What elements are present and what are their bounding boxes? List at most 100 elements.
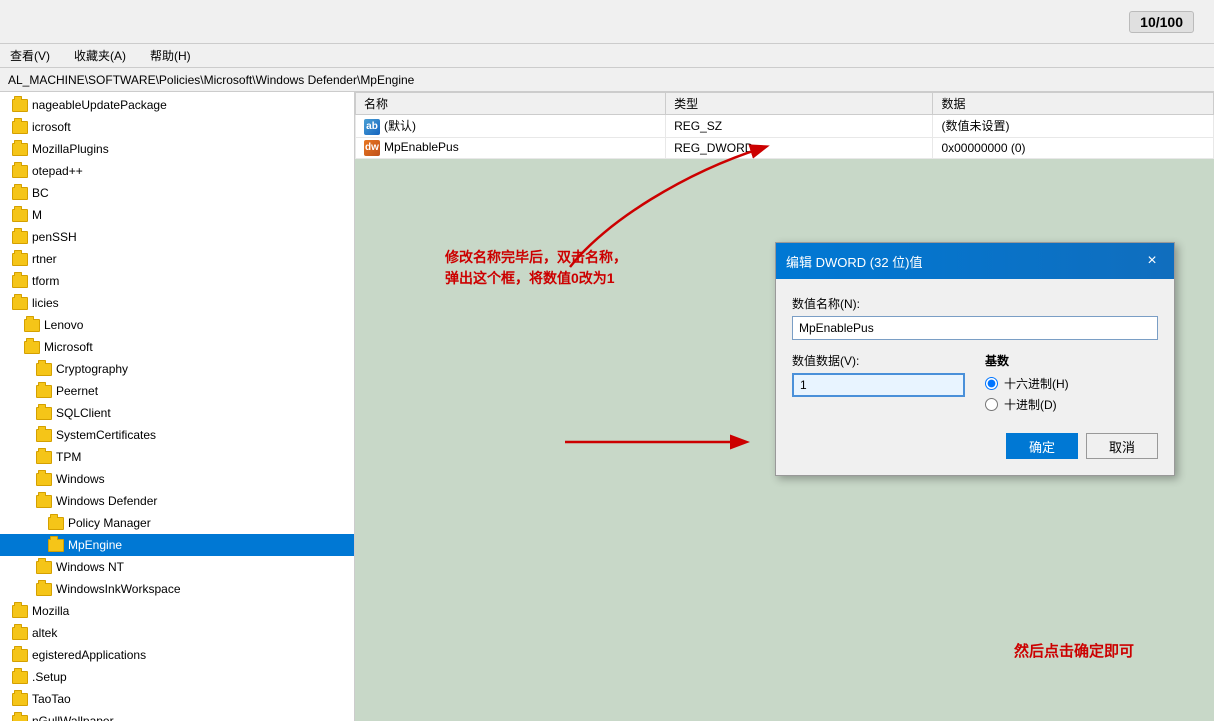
folder-icon <box>12 693 28 706</box>
folder-icon <box>12 121 28 134</box>
cell-data: (数值未设置) <box>933 115 1214 138</box>
folder-icon <box>12 253 28 266</box>
data-input[interactable] <box>792 373 965 397</box>
tree-item-systemcerts[interactable]: SystemCertificates <box>0 424 354 446</box>
name-row: 数值名称(N): <box>792 295 1158 340</box>
tree-item[interactable]: Microsoft <box>0 336 354 358</box>
cell-name: dwMpEnablePus <box>356 137 666 158</box>
address-path: AL_MACHINE\SOFTWARE\Policies\Microsoft\W… <box>8 73 414 87</box>
base-section: 基数 十六进制(H) 十进制(D) <box>985 352 1158 417</box>
tree-item-gullwallpaper[interactable]: nGullWallpaper <box>0 710 354 721</box>
cell-type: REG_SZ <box>666 115 933 138</box>
tree-item-windows-defender[interactable]: Windows Defender <box>0 490 354 512</box>
folder-icon <box>12 605 28 618</box>
folder-icon <box>24 341 40 354</box>
value-base-row: 数值数据(V): 基数 十六进制(H) 十进制(D) <box>792 352 1158 417</box>
folder-icon-selected <box>48 539 64 552</box>
folder-icon <box>12 297 28 310</box>
folder-icon <box>36 385 52 398</box>
menu-help[interactable]: 帮助(H) <box>144 45 197 66</box>
folder-icon <box>12 671 28 684</box>
col-name: 名称 <box>356 93 666 115</box>
top-bar: 10/100 <box>0 0 1214 44</box>
dialog-title-bar: 编辑 DWORD (32 位)值 × <box>776 243 1174 279</box>
radio-dec[interactable]: 十进制(D) <box>985 396 1158 413</box>
cell-type: REG_DWORD <box>666 137 933 158</box>
radio-hex-input[interactable] <box>985 377 998 390</box>
folder-icon <box>12 99 28 112</box>
folder-icon <box>12 187 28 200</box>
ok-button[interactable]: 确定 <box>1006 433 1078 459</box>
tree-item[interactable]: rtner <box>0 248 354 270</box>
radio-hex[interactable]: 十六进制(H) <box>985 375 1158 392</box>
tree-item-taotao[interactable]: TaoTao <box>0 688 354 710</box>
right-panel: 名称 类型 数据 ab(默认) REG_SZ (数值未设置) dwMpEnabl… <box>355 92 1214 721</box>
folder-icon <box>12 209 28 222</box>
table-row-mpenablePus[interactable]: dwMpEnablePus REG_DWORD 0x00000000 (0) <box>356 137 1214 158</box>
cell-data: 0x00000000 (0) <box>933 137 1214 158</box>
tree-item[interactable]: penSSH <box>0 226 354 248</box>
address-bar: AL_MACHINE\SOFTWARE\Policies\Microsoft\W… <box>0 68 1214 92</box>
reg-icon: ab <box>364 119 380 135</box>
tree-item[interactable]: MozillaPlugins <box>0 138 354 160</box>
folder-icon <box>48 517 64 530</box>
tree-item-tpm[interactable]: TPM <box>0 446 354 468</box>
dialog-buttons: 确定 取消 <box>792 433 1158 459</box>
tree-item[interactable]: tform <box>0 270 354 292</box>
tree-item[interactable]: nageableUpdatePackage <box>0 94 354 116</box>
table-row[interactable]: ab(默认) REG_SZ (数值未设置) <box>356 115 1214 138</box>
tree-item[interactable]: otepad++ <box>0 160 354 182</box>
folder-icon <box>12 715 28 721</box>
tree-item[interactable]: icrosoft <box>0 116 354 138</box>
registry-table: 名称 类型 数据 ab(默认) REG_SZ (数值未设置) dwMpEnabl… <box>355 92 1214 159</box>
tree-item-setup[interactable]: .Setup <box>0 666 354 688</box>
tree-panel[interactable]: nageableUpdatePackage icrosoft MozillaPl… <box>0 92 355 721</box>
dialog-dword: 编辑 DWORD (32 位)值 × 数值名称(N): 数值数据(V): 基数 <box>775 242 1175 476</box>
reg-icon-dword: dw <box>364 140 380 156</box>
folder-icon <box>36 429 52 442</box>
tree-item-cryptography[interactable]: Cryptography <box>0 358 354 380</box>
tree-item-windows[interactable]: Windows <box>0 468 354 490</box>
folder-icon <box>12 275 28 288</box>
folder-icon <box>36 583 52 596</box>
dialog-body: 数值名称(N): 数值数据(V): 基数 十六进制(H) <box>776 279 1174 475</box>
folder-icon <box>24 319 40 332</box>
tree-item-sqlclient[interactable]: SQLClient <box>0 402 354 424</box>
score-badge: 10/100 <box>1129 11 1194 33</box>
main-area: nageableUpdatePackage icrosoft MozillaPl… <box>0 92 1214 721</box>
base-label: 基数 <box>985 352 1158 369</box>
tree-item[interactable]: Lenovo <box>0 314 354 336</box>
radio-dec-input[interactable] <box>985 398 998 411</box>
tree-item-windowsink[interactable]: WindowsInkWorkspace <box>0 578 354 600</box>
cell-name: ab(默认) <box>356 115 666 138</box>
tree-item-mpengine[interactable]: MpEngine <box>0 534 354 556</box>
tree-item-mozilla[interactable]: Mozilla <box>0 600 354 622</box>
tree-item[interactable]: licies <box>0 292 354 314</box>
data-label: 数值数据(V): <box>792 352 965 369</box>
dialog-title-text: 编辑 DWORD (32 位)值 <box>786 252 923 271</box>
menu-view[interactable]: 查看(V) <box>4 45 56 66</box>
tree-item-regapps[interactable]: egisteredApplications <box>0 644 354 666</box>
name-label: 数值名称(N): <box>792 295 1158 312</box>
value-section: 数值数据(V): <box>792 352 965 417</box>
tree-item-policy-manager[interactable]: Policy Manager <box>0 512 354 534</box>
annotation-bottom: 然后点击确定即可 <box>1014 640 1134 661</box>
folder-icon <box>12 231 28 244</box>
tree-item-peernet[interactable]: Peernet <box>0 380 354 402</box>
annotation-main: 修改名称完毕后，双击名称，弹出这个框，将数值0改为1 <box>445 247 627 289</box>
name-input[interactable] <box>792 316 1158 340</box>
radio-hex-label: 十六进制(H) <box>1004 375 1069 392</box>
folder-icon <box>36 363 52 376</box>
menu-bar: 查看(V) 收藏夹(A) 帮助(H) <box>0 44 1214 68</box>
folder-icon <box>12 649 28 662</box>
folder-icon <box>36 473 52 486</box>
dialog-close-button[interactable]: × <box>1140 249 1164 273</box>
folder-icon <box>36 561 52 574</box>
folder-icon <box>12 165 28 178</box>
menu-favorites[interactable]: 收藏夹(A) <box>68 45 132 66</box>
tree-item-altek[interactable]: altek <box>0 622 354 644</box>
tree-item[interactable]: BC <box>0 182 354 204</box>
tree-item[interactable]: M <box>0 204 354 226</box>
tree-item-windows-nt[interactable]: Windows NT <box>0 556 354 578</box>
cancel-button[interactable]: 取消 <box>1086 433 1158 459</box>
